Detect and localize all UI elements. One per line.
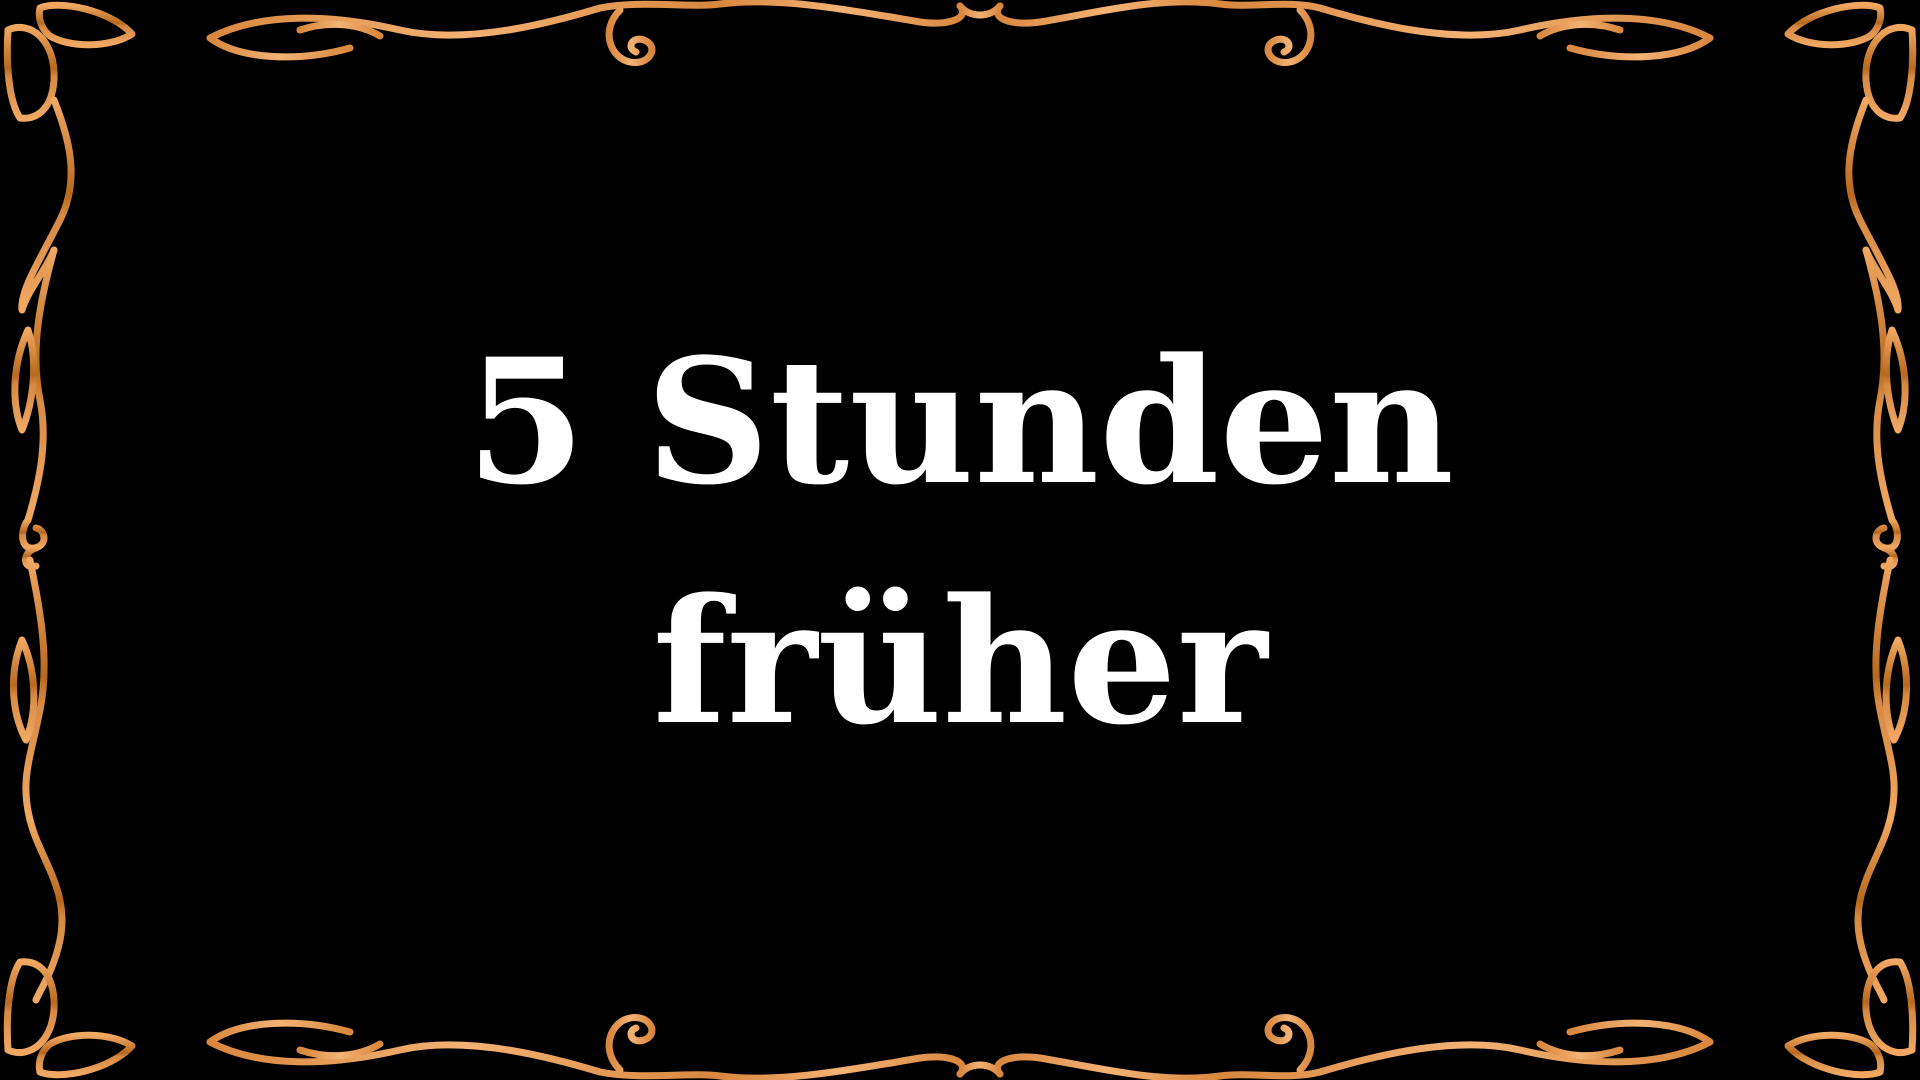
- caption-block: 5 Stunden früher: [0, 0, 1920, 1080]
- title-card: 5 Stunden früher: [0, 0, 1920, 1080]
- caption-line-1: 5 Stunden: [465, 320, 1455, 523]
- caption-line-2: früher: [652, 560, 1268, 763]
